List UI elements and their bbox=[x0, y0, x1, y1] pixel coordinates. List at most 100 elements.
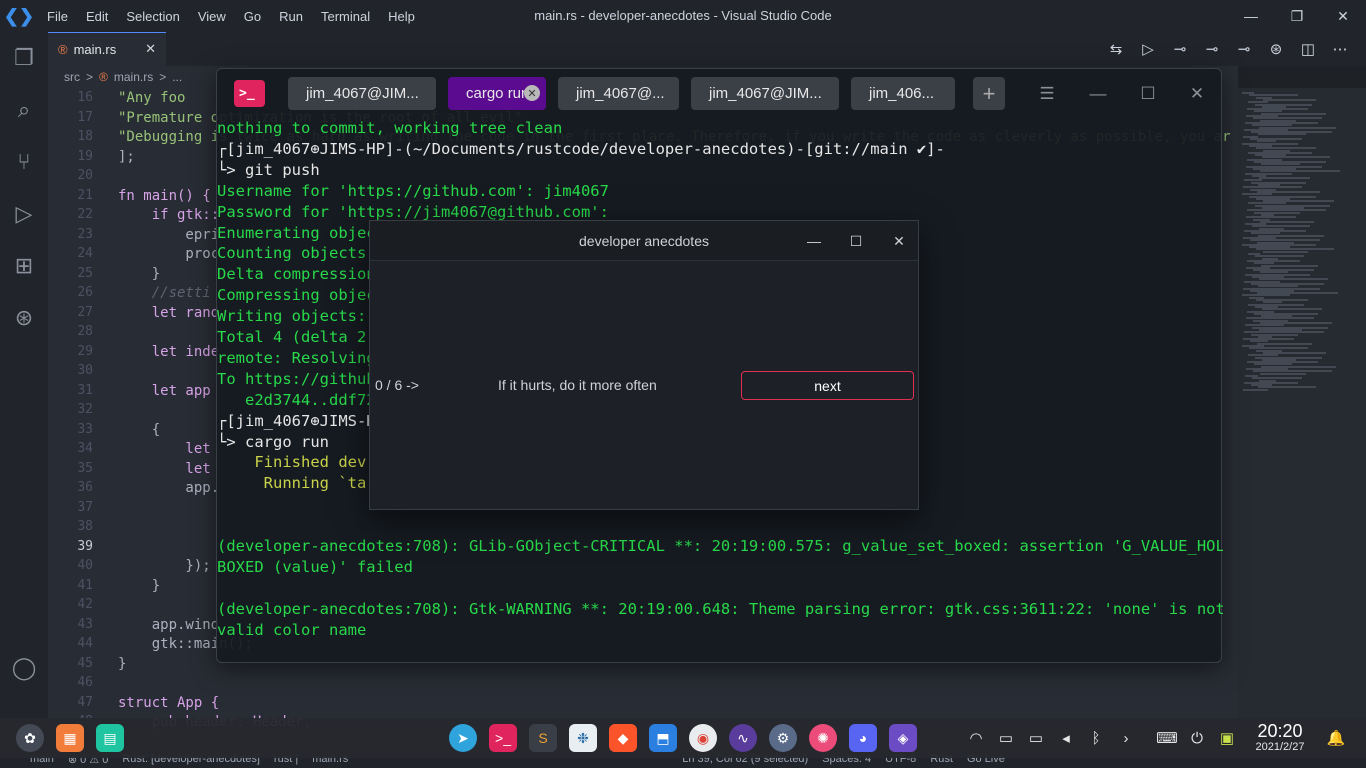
wifi-icon[interactable]: ◠ bbox=[966, 728, 986, 748]
settings-gear-icon[interactable]: ⚙ bbox=[769, 724, 797, 752]
keyboard-icon[interactable]: ⌨ bbox=[1156, 728, 1178, 748]
line-number: 20 bbox=[77, 168, 93, 183]
menu-help[interactable]: Help bbox=[379, 9, 424, 24]
power-icon[interactable]: ⏻ bbox=[1187, 728, 1207, 748]
breadcrumb-src[interactable]: src bbox=[64, 70, 80, 84]
restore-window-icon[interactable]: ❐ bbox=[1274, 0, 1320, 32]
breadcrumb-separator: > bbox=[159, 70, 167, 84]
git-commit-icon[interactable]: ⊸ bbox=[1169, 38, 1191, 60]
menu-run[interactable]: Run bbox=[270, 9, 312, 24]
search-icon[interactable]: ⌕ bbox=[0, 84, 48, 136]
code-text: let rand bbox=[118, 304, 220, 321]
line-number: 29 bbox=[77, 343, 93, 359]
chevron-right-icon[interactable]: › bbox=[1116, 728, 1136, 748]
maximize-icon[interactable]: ☐ bbox=[846, 231, 866, 251]
terminal-line: To https://github bbox=[217, 369, 376, 388]
more-actions-icon[interactable]: ⋯ bbox=[1329, 38, 1351, 60]
vscodium-icon[interactable]: ❉ bbox=[569, 724, 597, 752]
next-button[interactable]: next bbox=[741, 371, 914, 400]
code-text: //setti bbox=[118, 285, 211, 301]
terminal-tab-5[interactable]: jim_406... bbox=[851, 77, 955, 110]
git-graph-icon[interactable]: ⊛ bbox=[0, 292, 48, 344]
terminal-line: ┌[jim_4067⊕JIMS-HP]-(~/Documents/rustcod… bbox=[217, 139, 945, 158]
terminal-app-icon: >_ bbox=[234, 80, 265, 107]
app-icon[interactable]: ◈ bbox=[889, 724, 917, 752]
breadcrumb-more[interactable]: ... bbox=[172, 70, 182, 84]
account-icon[interactable]: ◯ bbox=[0, 642, 48, 694]
menu-view[interactable]: View bbox=[189, 9, 235, 24]
breadcrumb-file[interactable]: main.rs bbox=[114, 70, 153, 84]
terminal-tab-2[interactable]: cargo run ✕ bbox=[448, 77, 546, 110]
source-control-icon[interactable]: ⑂ bbox=[0, 136, 48, 188]
menu-edit[interactable]: Edit bbox=[77, 9, 117, 24]
line-number: 45 bbox=[77, 655, 93, 671]
hamburger-menu-icon[interactable]: ☰ bbox=[1031, 77, 1063, 110]
terminal-tab-1[interactable]: jim_4067@JIM... bbox=[288, 77, 436, 110]
apps-grid-icon[interactable]: ▦ bbox=[56, 724, 84, 752]
clock-time[interactable]: 20:20 bbox=[1250, 721, 1310, 742]
minimap-line bbox=[1260, 220, 1314, 223]
battery-icon[interactable]: ▭ bbox=[1026, 728, 1046, 748]
minimize-icon[interactable]: — bbox=[804, 231, 824, 251]
open-changes-icon[interactable]: ⇆ bbox=[1105, 38, 1127, 60]
run-debug-icon[interactable]: ▷ bbox=[0, 188, 48, 240]
close-icon[interactable]: ✕ bbox=[889, 231, 909, 251]
terminal-line: Username for 'https://github.com': jim40… bbox=[217, 181, 609, 200]
minimap-line bbox=[1263, 98, 1316, 101]
pinwheel-icon[interactable]: ✺ bbox=[809, 724, 837, 752]
monitor-icon[interactable]: ∿ bbox=[729, 724, 757, 752]
discord-icon[interactable]: ◕ bbox=[849, 724, 877, 752]
chrome-icon[interactable]: ◉ bbox=[689, 724, 717, 752]
menu-file[interactable]: File bbox=[38, 9, 77, 24]
explorer-icon[interactable]: ❐ bbox=[0, 32, 48, 84]
clock-date[interactable]: 2021/2/27 bbox=[1246, 741, 1314, 753]
close-tab-icon[interactable]: ✕ bbox=[145, 41, 156, 57]
minimap-line bbox=[1259, 177, 1310, 180]
code-text: epri bbox=[118, 226, 220, 243]
timeline-icon[interactable]: ⊛ bbox=[1265, 38, 1287, 60]
telegram-icon[interactable]: ➤ bbox=[449, 724, 477, 752]
split-editor-icon[interactable]: ◫ bbox=[1297, 38, 1319, 60]
maximize-icon[interactable]: ☐ bbox=[1132, 77, 1164, 110]
line-number: 26 bbox=[77, 285, 93, 300]
minimize-window-icon[interactable]: — bbox=[1228, 0, 1274, 32]
anecdote-text: If it hurts, do it more often bbox=[498, 377, 657, 393]
minimap[interactable] bbox=[1238, 88, 1366, 722]
minimap-line bbox=[1260, 372, 1306, 375]
minimap-line bbox=[1243, 388, 1268, 391]
code-line[interactable]: 46 bbox=[48, 675, 1238, 695]
run-icon[interactable]: ▷ bbox=[1137, 38, 1159, 60]
brave-icon[interactable]: ◆ bbox=[609, 724, 637, 752]
menu-go[interactable]: Go bbox=[235, 9, 270, 24]
menu-terminal[interactable]: Terminal bbox=[312, 9, 379, 24]
bluetooth-icon[interactable]: ᛒ bbox=[1086, 728, 1106, 748]
notification-bell-icon[interactable]: 🔔 bbox=[1326, 728, 1346, 748]
terminal-line: ┌[jim_4067⊕JIMS-H bbox=[217, 411, 376, 430]
minimize-icon[interactable]: — bbox=[1082, 77, 1114, 110]
terminal-icon[interactable]: >_ bbox=[489, 724, 517, 752]
editor-tabs: ® main.rs ✕ ⇆ ▷ ⊸ ⊸ ⊸ ⊛ ◫ ⋯ bbox=[48, 32, 1366, 66]
menu-selection[interactable]: Selection bbox=[117, 9, 188, 24]
code-text: }); bbox=[118, 558, 211, 574]
tab-main-rs[interactable]: ® main.rs ✕ bbox=[48, 32, 166, 66]
sublime-icon[interactable]: S bbox=[529, 724, 557, 752]
volume-icon[interactable]: ◂ bbox=[1056, 728, 1076, 748]
close-window-icon[interactable]: ✕ bbox=[1320, 0, 1366, 32]
store-icon[interactable]: ⬒ bbox=[649, 724, 677, 752]
terminal-tab-4[interactable]: jim_4067@JIM... bbox=[691, 77, 839, 110]
extensions-icon[interactable]: ⊞ bbox=[0, 240, 48, 292]
file-manager-icon[interactable]: ▤ bbox=[96, 724, 124, 752]
terminal-line: valid color name bbox=[217, 620, 367, 639]
launcher-icon[interactable]: ✿ bbox=[16, 724, 44, 752]
close-icon[interactable]: ✕ bbox=[1181, 77, 1213, 110]
terminal-tab-3[interactable]: jim_4067@... bbox=[558, 77, 679, 110]
clipboard-icon[interactable]: ▭ bbox=[996, 728, 1016, 748]
new-tab-icon[interactable]: + bbox=[973, 77, 1005, 110]
code-text: fn main() { bbox=[118, 187, 211, 204]
git-next-icon[interactable]: ⊸ bbox=[1233, 38, 1255, 60]
code-line[interactable]: 47 struct App { bbox=[48, 695, 1238, 715]
git-previous-icon[interactable]: ⊸ bbox=[1201, 38, 1223, 60]
close-tab-icon[interactable]: ✕ bbox=[524, 85, 540, 101]
app-tray-icon[interactable]: ▣ bbox=[1217, 728, 1237, 748]
line-number: 24 bbox=[77, 246, 93, 261]
